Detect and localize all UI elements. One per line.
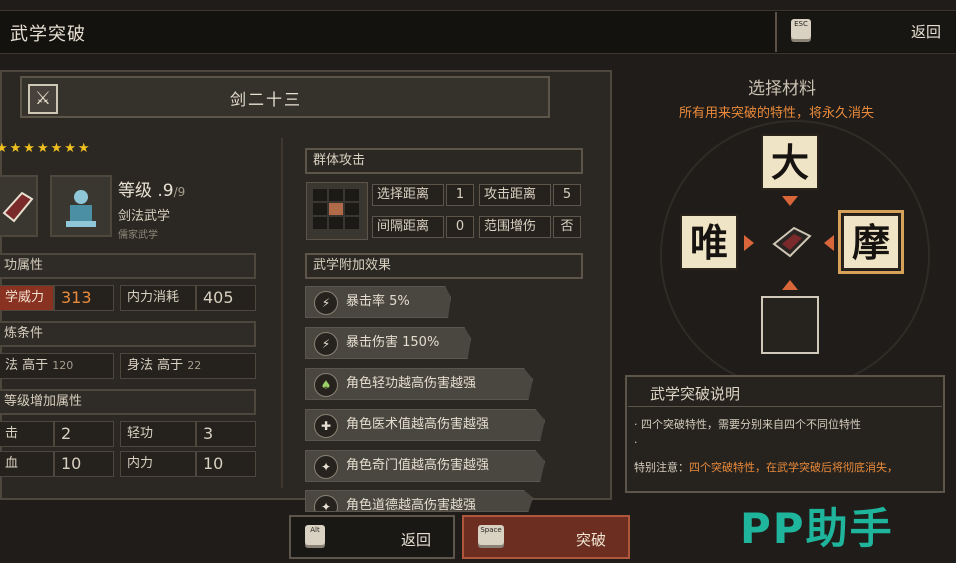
book-icon	[0, 175, 38, 237]
bonus4-value: 10	[196, 451, 256, 477]
star-rating: ★★★★★★★	[0, 141, 92, 156]
lightning-icon: ⚡	[314, 291, 338, 315]
interval-label: 间隔距离	[372, 216, 444, 238]
breakthrough-label: 突破	[576, 531, 607, 549]
attack-header: 群体攻击	[305, 148, 583, 174]
material-slot-bottom[interactable]	[761, 296, 819, 354]
center-book-icon	[770, 224, 814, 264]
lightning-icon: ⚡	[314, 332, 338, 356]
select-range-value: 1	[446, 184, 474, 206]
explanation-divider	[628, 406, 942, 407]
alt-key-icon: Alt	[305, 525, 325, 545]
materials-subtitle: 所有用来突破的特性，将永久消失	[679, 106, 875, 121]
effect-item: ♠ 角色轻功越高伤害越强	[305, 368, 533, 400]
footer-back-label: 返回	[401, 531, 432, 549]
arrow-right-icon	[744, 235, 754, 251]
bonus2-label: 轻功	[120, 421, 196, 447]
compass-icon: ✦	[314, 495, 338, 511]
cond-section-header: 炼条件	[0, 321, 256, 347]
back-button[interactable]: ESC 返回	[775, 12, 955, 52]
space-key-icon: Space	[478, 525, 504, 545]
skill-name: 剑二十三	[230, 90, 303, 109]
bonus1-label: 击	[0, 421, 54, 447]
materials-title: 选择材料	[748, 79, 816, 99]
material-slot-left[interactable]: 唯	[680, 214, 738, 270]
effects-header: 武学附加效果	[305, 253, 583, 279]
compass-icon: ✦	[314, 455, 338, 479]
bonus4-label: 内力	[120, 451, 196, 477]
explanation-line2: ·	[634, 436, 638, 449]
scholar-portrait-icon	[50, 175, 112, 237]
explanation-line3: 特别注意：四个突破特性，在武学突破后将彻底消失，	[634, 461, 898, 474]
level-display: 等级 .9/9	[118, 181, 186, 201]
aoe-label: 范围增伤	[479, 216, 551, 238]
select-range-label: 选择距离	[372, 184, 444, 206]
boot-icon: ♠	[314, 373, 338, 397]
arrow-up-icon	[782, 280, 798, 290]
power-label: 学威力	[0, 285, 54, 311]
material-slot-right[interactable]: 摩	[838, 210, 904, 274]
esc-key-icon: ESC	[791, 19, 811, 39]
bonus3-value: 10	[54, 451, 114, 477]
effect-item: ✦ 角色道德越高伤害越强	[305, 490, 533, 512]
effect-item: ⚡ 暴击伤害 150%	[305, 327, 471, 359]
medicine-icon: ✚	[314, 414, 338, 438]
effect-item: ✦ 角色奇门值越高伤害越强	[305, 450, 545, 482]
level-max: /9	[173, 185, 186, 199]
explanation-title: 武学突破说明	[650, 385, 741, 403]
bonus3-label: 血	[0, 451, 54, 477]
cond2: 身法 高于 22	[120, 353, 256, 379]
arrow-left-icon	[824, 235, 834, 251]
attr-section-header: 功属性	[0, 253, 256, 279]
watermark-logo: PP助手	[740, 504, 894, 553]
bonus2-value: 3	[196, 421, 256, 447]
bonus-section-header: 等级增加属性	[0, 389, 256, 415]
explanation-line1: · 四个突破特性，需要分别来自四个不同位特性	[634, 418, 861, 431]
attack-range-label: 攻击距离	[479, 184, 551, 206]
power-value: 313	[54, 285, 114, 311]
back-button-label: 返回	[911, 23, 942, 41]
bonus1-value: 2	[54, 421, 114, 447]
mp-label: 内力消耗	[120, 285, 196, 311]
page-title: 武学突破	[10, 24, 86, 45]
breakthrough-button[interactable]: Space 突破	[462, 515, 630, 559]
skill-school: 儒家武学	[118, 230, 158, 241]
attack-range-grid-icon	[306, 182, 368, 240]
footer-back-button[interactable]: Alt 返回	[289, 515, 455, 559]
explanation-warning: 四个突破特性，在武学突破后将彻底消失，	[689, 461, 898, 474]
aoe-value: 否	[553, 216, 581, 238]
interval-value: 0	[446, 216, 474, 238]
effect-item: ✚ 角色医术值越高伤害越强	[305, 409, 545, 441]
effect-item: ⚡ 暴击率 5%	[305, 286, 451, 318]
sword-icon[interactable]: ⚔	[28, 84, 58, 114]
cond1: 法 高于 120	[0, 353, 114, 379]
mp-value: 405	[196, 285, 256, 311]
material-slot-top[interactable]: 大	[761, 134, 819, 190]
arrow-down-icon	[782, 196, 798, 206]
level-value: .9	[157, 181, 174, 201]
skill-category: 剑法武学	[118, 209, 171, 224]
attack-range-value: 5	[553, 184, 581, 206]
panel-divider	[281, 138, 283, 488]
